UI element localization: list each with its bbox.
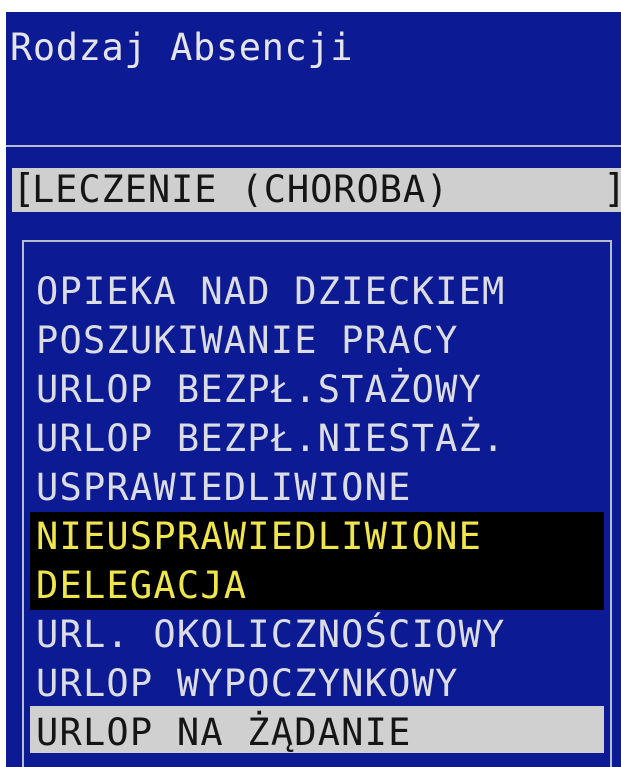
list-item-urlop-okolicznosciowy[interactable]: URL. OKOLICZNOŚCIOWY: [36, 610, 506, 659]
list-item-urlop-wypoczynkowy[interactable]: URLOP WYPOCZYNKOWY: [36, 659, 506, 708]
window-title: Rodzaj Absencji: [10, 26, 354, 69]
list-item-urlop-na-zadanie[interactable]: URLOP NA ŻĄDANIE: [36, 708, 506, 757]
selected-absence-value: LECZENIE (CHOROBA): [32, 168, 450, 211]
title-divider: [6, 145, 621, 147]
absence-type-window: Rodzaj Absencji [ LECZENIE (CHOROBA) ] O…: [6, 12, 621, 767]
list-item-delegacja[interactable]: DELEGACJA: [36, 561, 506, 610]
list-item-nieusprawiedliwione[interactable]: NIEUSPRAWIEDLIWIONE: [36, 512, 506, 561]
list-item-poszukiwanie-pracy[interactable]: POSZUKIWANIE PRACY: [36, 316, 506, 365]
selected-absence-field[interactable]: [ LECZENIE (CHOROBA) ]: [12, 168, 621, 212]
field-bracket-right: ]: [603, 168, 621, 212]
list-item-opieka-nad-dzieckiem[interactable]: OPIEKA NAD DZIECKIEM: [36, 267, 506, 316]
list-item-urlop-bezplatny-niestazowy[interactable]: URLOP BEZPŁ.NIESTAŻ.: [36, 414, 506, 463]
absence-type-list: OPIEKA NAD DZIECKIEM POSZUKIWANIE PRACY …: [36, 267, 506, 757]
list-item-usprawiedliwione[interactable]: USPRAWIEDLIWIONE: [36, 463, 506, 512]
list-item-urlop-bezplatny-stazowy[interactable]: URLOP BEZPŁ.STAŻOWY: [36, 365, 506, 414]
